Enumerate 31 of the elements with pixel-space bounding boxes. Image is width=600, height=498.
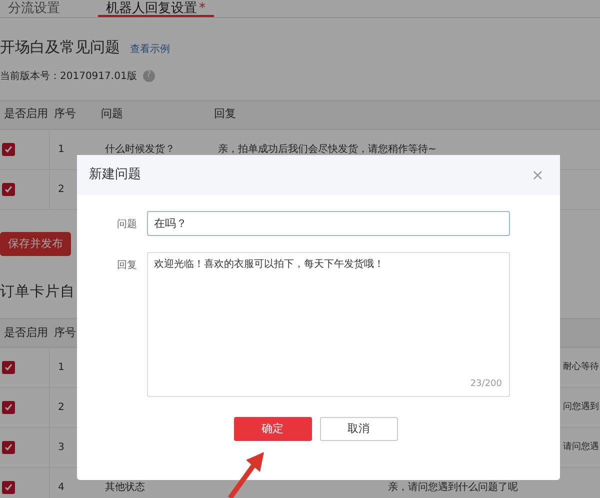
example-link[interactable]: 查看示例	[130, 42, 170, 57]
column-header: 回复	[210, 100, 600, 130]
check-icon	[4, 442, 13, 452]
check-icon	[4, 482, 13, 492]
check-icon	[4, 402, 13, 412]
check-icon	[4, 362, 13, 372]
checkbox[interactable]	[2, 440, 15, 454]
cancel-button[interactable]: 取消	[320, 417, 398, 441]
help-icon: ?	[142, 70, 155, 82]
checkbox[interactable]	[2, 182, 15, 196]
checkbox[interactable]	[2, 142, 15, 156]
question-field[interactable]: 在吗？	[147, 211, 510, 236]
check-icon	[4, 184, 13, 194]
checkbox[interactable]	[2, 480, 15, 494]
save-publish-button[interactable]: 保存并发布	[0, 232, 71, 256]
section-title: 开场白及常见问题	[0, 37, 120, 58]
check-icon	[4, 144, 13, 154]
tab[interactable]: 分流设置	[0, 0, 68, 17]
checkbox[interactable]	[2, 360, 15, 374]
column-header: 是否启用	[0, 100, 50, 130]
column-header: 问题	[97, 100, 210, 130]
char-counter: 23/200	[470, 378, 502, 390]
tab[interactable]: 机器人回复设置*	[98, 0, 214, 17]
field-label: 问题	[116, 218, 137, 232]
version-text: 当前版本号：20170917.01版	[0, 70, 137, 84]
field-label: 回复	[116, 259, 137, 273]
section-title: 订单卡片自	[0, 283, 75, 302]
checkbox[interactable]	[2, 400, 15, 414]
confirm-button[interactable]: 确定	[234, 417, 312, 441]
column-header: 是否启用	[0, 318, 50, 348]
column-header: 序号	[50, 100, 97, 130]
